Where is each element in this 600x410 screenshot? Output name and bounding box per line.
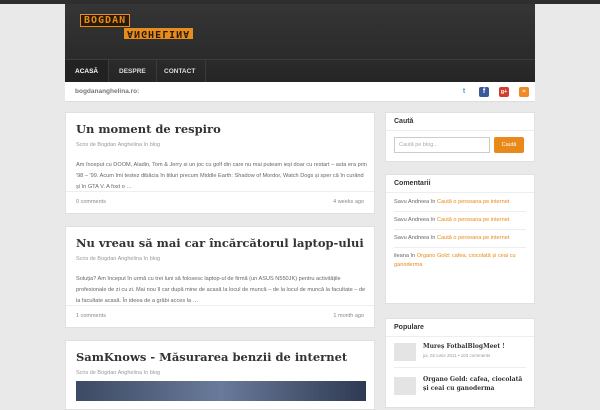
comment-post-link[interactable]: Caută o persoana pe internet: [437, 199, 509, 205]
comment-post-link[interactable]: Caută o persoana pe internet: [437, 217, 509, 223]
comment-item: ileana în Organo Gold: cafea, ciocolată …: [394, 252, 534, 270]
divider: [386, 192, 534, 193]
search-input[interactable]: Caută pe blog...: [394, 137, 490, 153]
post-footer: 1 comments 1 month ago: [66, 305, 374, 327]
sub-bar: bogdananghelina.ro: t f g+ ≈: [65, 82, 535, 102]
logo-line-2: ANGHELINA: [124, 28, 194, 39]
comment-item: Savu Andreea în Caută o persoana pe inte…: [394, 234, 534, 243]
comment-in: în: [430, 235, 436, 241]
post-excerpt: Am început cu DOOM, Aladin, Tom & Jerry …: [76, 162, 367, 190]
site-name: bogdananghelina.ro:: [75, 88, 140, 95]
comments-widget: Comentarii Savu Andreea în Caută o perso…: [385, 174, 535, 304]
divider: [394, 247, 526, 248]
popular-meta: joi, 02 iunie 2011 • 103 comments: [423, 353, 491, 358]
google-plus-icon[interactable]: g+: [499, 87, 509, 97]
site-header: BOGDAN ANGHELINA ACASĂ DESPRE CONTACT: [65, 4, 535, 83]
nav-contact[interactable]: CONTACT: [154, 60, 207, 83]
twitter-icon[interactable]: t: [459, 87, 469, 97]
comment-item: Savu Andreea în Caută o persoana pe inte…: [394, 216, 534, 225]
comment-item: Savu Andreea în Caută o persoana pe inte…: [394, 198, 534, 207]
post-comments-link[interactable]: 1 comments: [76, 313, 106, 319]
comment-author: Savu Andreea: [394, 235, 430, 241]
nav-about[interactable]: DESPRE: [109, 60, 157, 83]
divider: [394, 229, 526, 230]
popular-thumbnail[interactable]: [394, 377, 416, 395]
divider: [394, 367, 526, 368]
site-logo[interactable]: BOGDAN ANGHELINA: [80, 14, 230, 48]
popular-title[interactable]: Organo Gold: cafea, ciocolată și ceai cu…: [423, 375, 528, 393]
comment-author: Savu Andreea: [394, 217, 430, 223]
main-nav: ACASĂ DESPRE CONTACT: [65, 59, 535, 83]
post-title[interactable]: SamKnows - Măsurarea benzii de internet: [76, 350, 347, 364]
comment-post-link[interactable]: Caută o persoana pe internet: [437, 235, 509, 241]
divider: [386, 130, 534, 131]
post-comments-link[interactable]: 0 comments: [76, 199, 106, 205]
popular-thumbnail[interactable]: [394, 343, 416, 361]
nav-home[interactable]: ACASĂ: [65, 60, 110, 83]
comment-in: în: [410, 253, 416, 259]
search-button[interactable]: Caută: [494, 137, 524, 153]
post-footer: 0 comments 4 weeks ago: [66, 191, 374, 213]
post-title[interactable]: Un moment de respiro: [76, 122, 221, 136]
post-date: 1 month ago: [333, 313, 364, 319]
facebook-icon[interactable]: f: [479, 87, 489, 97]
post-meta: Scris de Bogdan Anghelina în blog: [76, 256, 161, 262]
post-meta: Scris de Bogdan Anghelina în blog: [76, 370, 161, 376]
comment-in: în: [430, 199, 436, 205]
rss-icon[interactable]: ≈: [519, 87, 529, 97]
post-excerpt: Soluția? Am început în urmă cu trei luni…: [76, 276, 366, 304]
search-widget: Caută Caută pe blog... Caută: [385, 112, 535, 162]
post-card: Nu vreau să mai car încărcătorul laptop-…: [65, 226, 375, 328]
comment-author: ileana: [394, 253, 409, 259]
logo-line-1: BOGDAN: [80, 14, 131, 27]
widget-title: Populare: [394, 324, 424, 331]
popular-title[interactable]: Mureș FotbalBlogMeet !: [423, 342, 528, 351]
widget-title: Caută: [394, 118, 414, 125]
popular-widget: Populare Mureș FotbalBlogMeet ! joi, 02 …: [385, 318, 535, 408]
comment-in: în: [430, 217, 436, 223]
divider: [386, 336, 534, 337]
post-date: 4 weeks ago: [333, 199, 364, 205]
post-meta: Scris de Bogdan Anghelina în blog: [76, 142, 161, 148]
post-image: [76, 381, 366, 401]
widget-title: Comentarii: [394, 180, 431, 187]
divider: [394, 211, 526, 212]
post-title[interactable]: Nu vreau să mai car încărcătorul laptop-…: [76, 236, 364, 250]
post-card: Un moment de respiro Scris de Bogdan Ang…: [65, 112, 375, 214]
comment-author: Savu Andreea: [394, 199, 430, 205]
